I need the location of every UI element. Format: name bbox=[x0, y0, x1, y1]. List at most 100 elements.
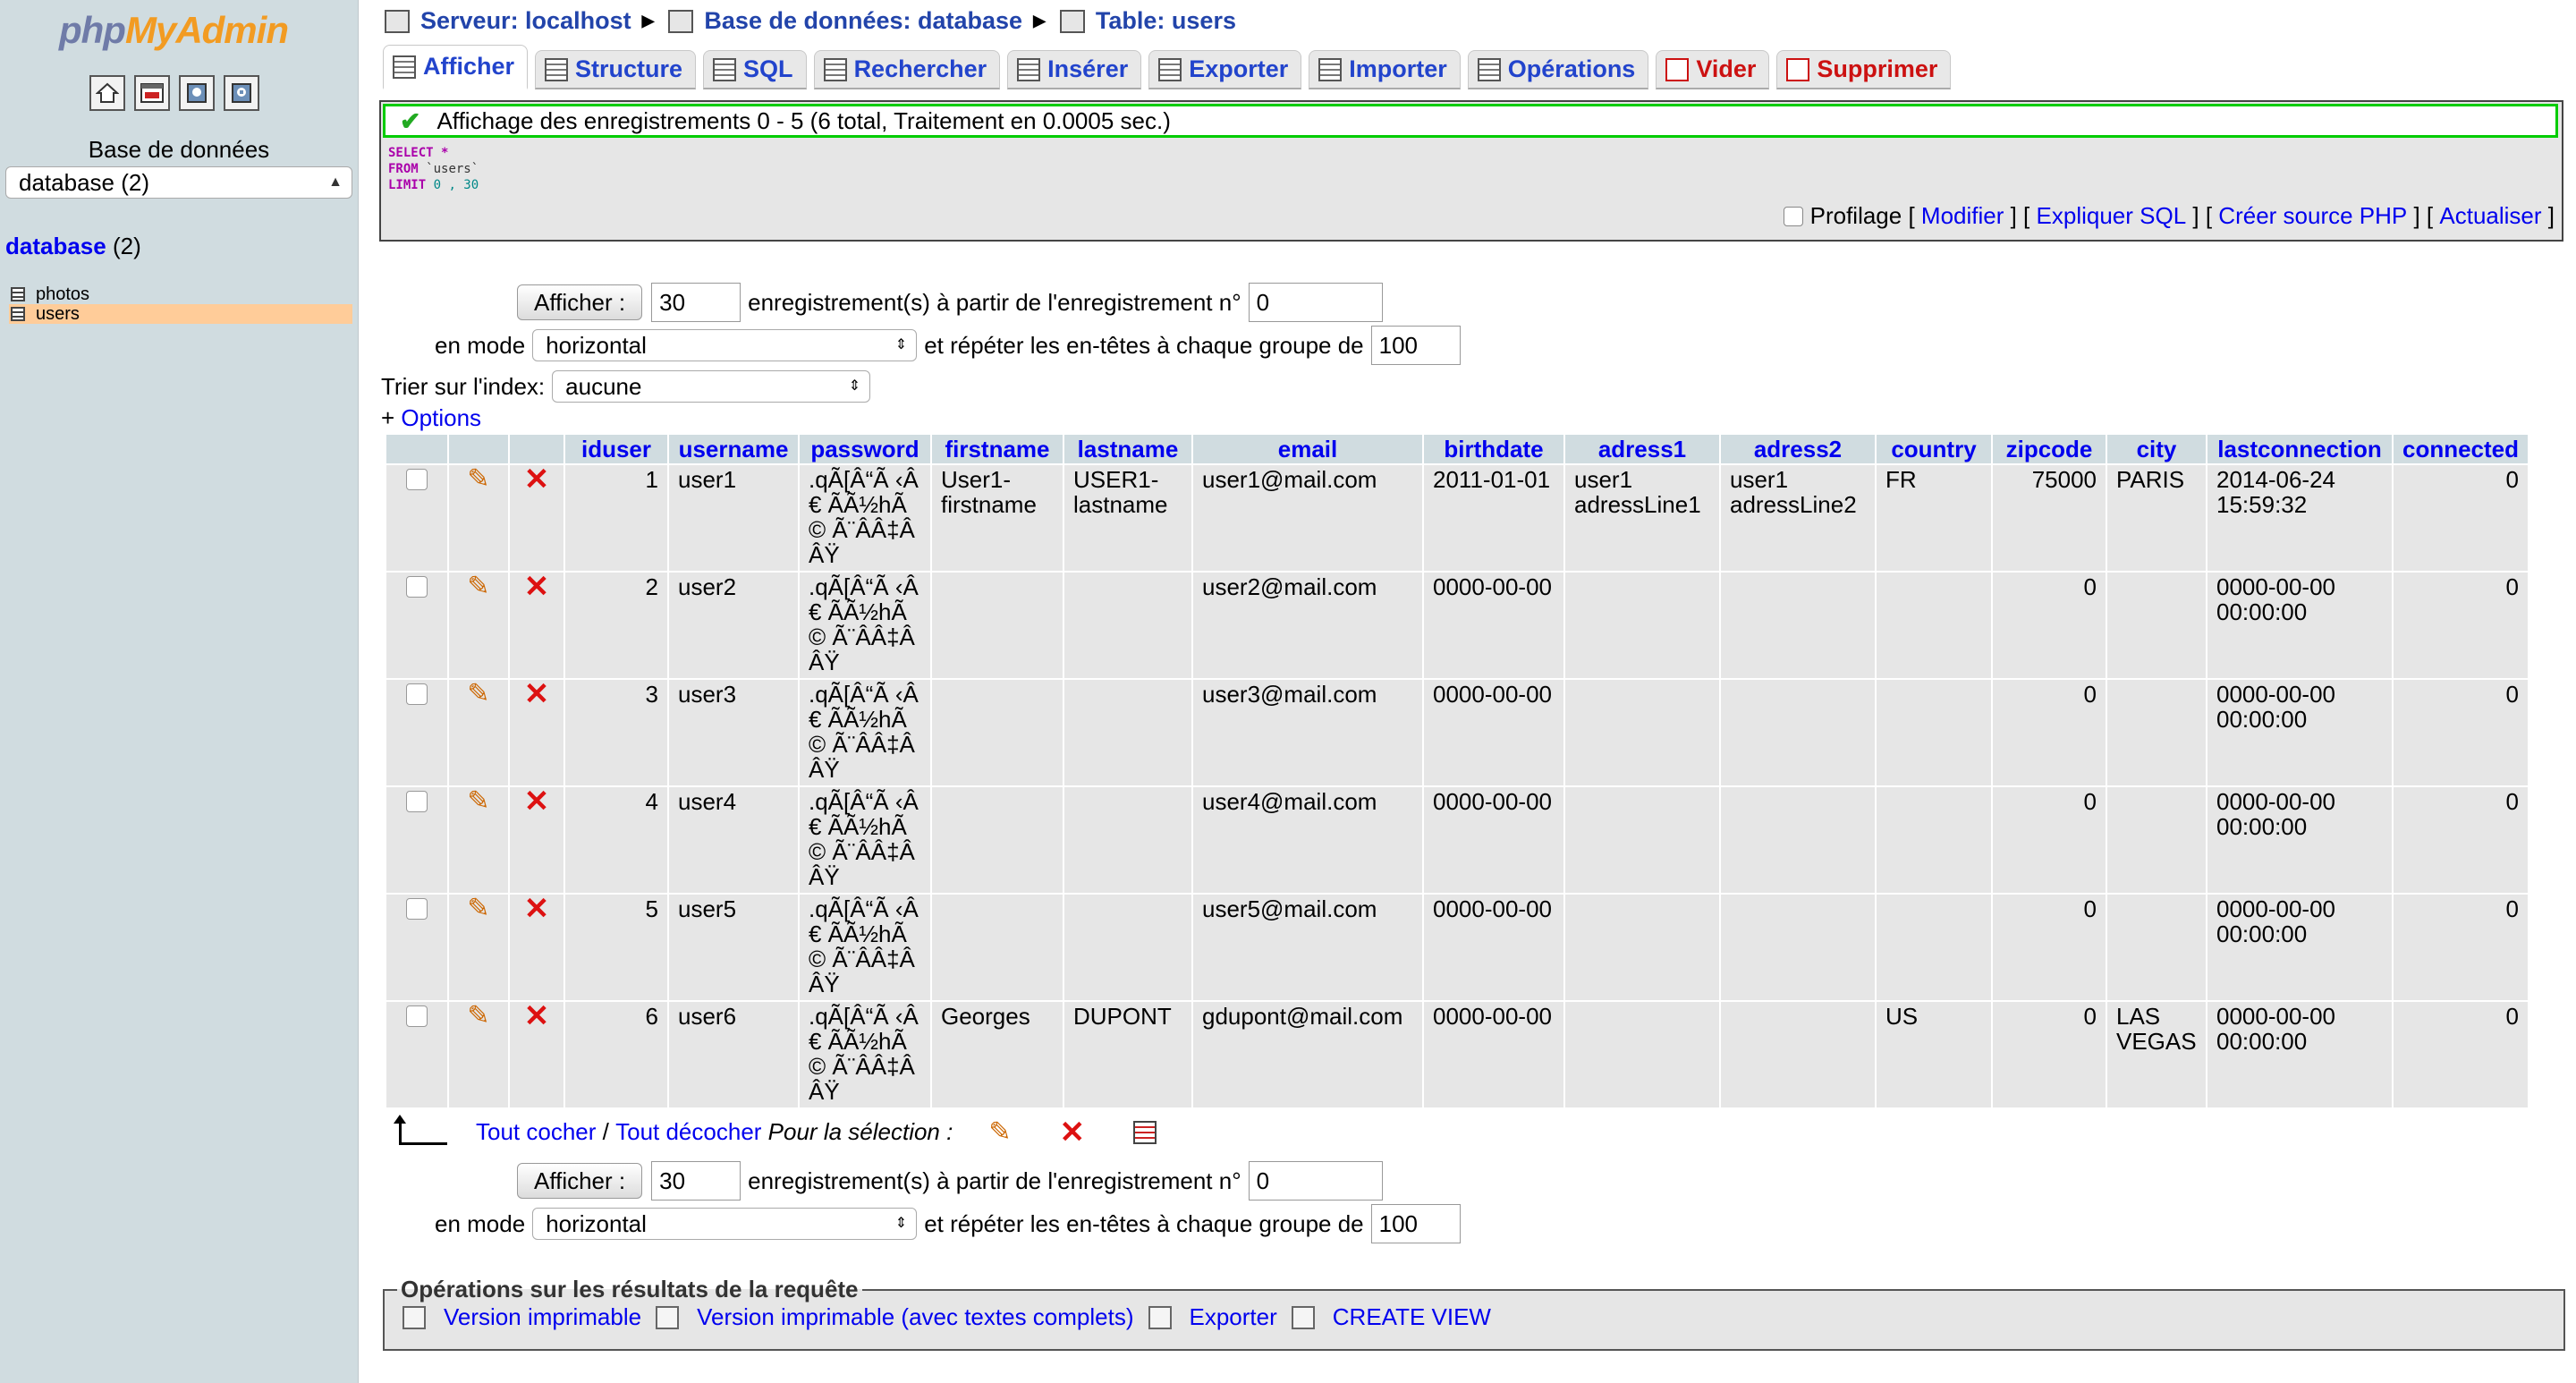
column-header[interactable]: iduser bbox=[565, 435, 667, 463]
create-view-icon[interactable] bbox=[1291, 1305, 1315, 1329]
table-icon[interactable] bbox=[11, 287, 25, 301]
rows-text: enregistrement(s) à partir de l'enregist… bbox=[748, 288, 1241, 316]
rows-count-input[interactable]: 30 bbox=[651, 1161, 741, 1201]
profiling-checkbox[interactable] bbox=[1783, 206, 1803, 226]
repeat-headers-input[interactable]: 100 bbox=[1370, 326, 1461, 365]
options-toggle[interactable]: + Options bbox=[381, 404, 481, 432]
show-button[interactable]: Afficher : bbox=[517, 1163, 643, 1199]
column-header[interactable]: adress2 bbox=[1721, 435, 1875, 463]
column-header[interactable]: connected bbox=[2394, 435, 2528, 463]
table-list-item-users[interactable]: users bbox=[9, 304, 352, 324]
x-icon[interactable]: ✕ bbox=[524, 462, 550, 496]
header-edit-column bbox=[449, 435, 508, 463]
table-name-users[interactable]: users bbox=[36, 304, 80, 325]
column-header[interactable]: country bbox=[1877, 435, 1991, 463]
x-icon[interactable]: ✕ bbox=[524, 892, 550, 926]
x-icon[interactable]: ✕ bbox=[524, 999, 550, 1033]
start-row-input[interactable]: 0 bbox=[1248, 283, 1383, 322]
x-icon[interactable]: ✕ bbox=[524, 785, 550, 819]
check-all-link[interactable]: Tout cocher bbox=[476, 1118, 596, 1146]
edit-query-link[interactable]: Modifier bbox=[1921, 202, 2004, 230]
import-icon bbox=[1318, 57, 1343, 81]
pencil-icon[interactable]: ✎ bbox=[467, 464, 489, 494]
options-link[interactable]: Options bbox=[401, 404, 481, 432]
cell-password: .qÃ[Â“Ã ‹Â€ ÃÃ½hÃ© Ã¨ÂÂ‡ÂÂŸ bbox=[800, 895, 930, 1000]
row-checkbox[interactable] bbox=[406, 683, 428, 705]
tab-importer[interactable]: Importer bbox=[1309, 50, 1461, 89]
sql-query-window-icon[interactable] bbox=[134, 75, 170, 111]
mode-label: en mode bbox=[435, 331, 526, 359]
cell-birthdate: 0000-00-00 bbox=[1424, 573, 1563, 678]
column-header[interactable]: password bbox=[800, 435, 930, 463]
repeat-headers-input[interactable]: 100 bbox=[1370, 1204, 1461, 1243]
pencil-icon[interactable]: ✎ bbox=[467, 1001, 489, 1031]
breadcrumb-table[interactable]: Table: users bbox=[1096, 7, 1236, 35]
export-icon[interactable] bbox=[1132, 1120, 1157, 1144]
mode-select[interactable]: horizontal ⇕ bbox=[532, 1208, 918, 1240]
column-header[interactable]: username bbox=[669, 435, 798, 463]
search-icon bbox=[823, 57, 847, 81]
show-button[interactable]: Afficher : bbox=[517, 284, 643, 320]
table-list-item-photos[interactable]: photos bbox=[9, 284, 352, 304]
print-icon[interactable] bbox=[656, 1305, 680, 1329]
cell-lastname: USER1-lastname bbox=[1064, 465, 1191, 571]
column-header[interactable]: adress1 bbox=[1565, 435, 1719, 463]
start-row-input[interactable]: 0 bbox=[1248, 1161, 1383, 1201]
row-checkbox[interactable] bbox=[406, 1005, 428, 1027]
tab-supprimer[interactable]: Supprimer bbox=[1776, 50, 1952, 89]
print-icon[interactable] bbox=[402, 1305, 426, 1329]
column-header[interactable]: birthdate bbox=[1424, 435, 1563, 463]
create-php-code-link[interactable]: Créer source PHP bbox=[2218, 202, 2407, 230]
table-icon[interactable] bbox=[11, 307, 25, 321]
x-icon[interactable]: ✕ bbox=[1059, 1117, 1085, 1148]
x-icon[interactable]: ✕ bbox=[524, 570, 550, 604]
sort-index-select[interactable]: aucune ⇕ bbox=[552, 370, 871, 403]
pencil-icon[interactable]: ✎ bbox=[467, 679, 489, 708]
tab-afficher[interactable]: Afficher bbox=[383, 45, 529, 89]
export-icon[interactable] bbox=[1148, 1305, 1172, 1329]
mode-select[interactable]: horizontal ⇕ bbox=[532, 329, 918, 361]
row-checkbox[interactable] bbox=[406, 576, 428, 598]
pencil-icon[interactable]: ✎ bbox=[467, 894, 489, 923]
breadcrumb-server[interactable]: Serveur: localhost bbox=[420, 7, 631, 35]
column-header[interactable]: email bbox=[1193, 435, 1422, 463]
print-view-full-link[interactable]: Version imprimable (avec textes complets… bbox=[697, 1303, 1133, 1331]
column-header[interactable]: lastconnection bbox=[2207, 435, 2392, 463]
tab-label: Importer bbox=[1349, 55, 1447, 82]
database-select[interactable]: database (2) ▲ bbox=[5, 166, 352, 199]
pencil-icon[interactable]: ✎ bbox=[467, 572, 489, 601]
tab-vider[interactable]: Vider bbox=[1656, 50, 1770, 89]
explain-sql-link[interactable]: Expliquer SQL bbox=[2037, 202, 2187, 230]
row-checkbox[interactable] bbox=[406, 469, 428, 490]
tab-exporter[interactable]: Exporter bbox=[1148, 50, 1302, 89]
rows-count-input[interactable]: 30 bbox=[651, 283, 741, 322]
home-icon[interactable] bbox=[89, 75, 125, 111]
uncheck-all-link[interactable]: Tout décocher bbox=[615, 1118, 761, 1146]
refresh-link[interactable]: Actualiser bbox=[2439, 202, 2541, 230]
cell-city bbox=[2107, 573, 2206, 678]
mysql-documentation-icon[interactable] bbox=[224, 75, 259, 111]
table-name-photos[interactable]: photos bbox=[36, 284, 89, 305]
column-header[interactable]: zipcode bbox=[1993, 435, 2106, 463]
tab-structure[interactable]: Structure bbox=[535, 50, 697, 89]
print-view-link[interactable]: Version imprimable bbox=[444, 1303, 641, 1331]
breadcrumb-database[interactable]: Base de données: database bbox=[704, 7, 1022, 35]
database-link[interactable]: database bbox=[5, 233, 106, 259]
column-header[interactable]: firstname bbox=[932, 435, 1063, 463]
export-link[interactable]: Exporter bbox=[1190, 1303, 1277, 1331]
tab-sql[interactable]: SQL bbox=[703, 50, 807, 89]
documentation-icon[interactable] bbox=[179, 75, 215, 111]
pencil-icon[interactable]: ✎ bbox=[467, 786, 489, 816]
tab-rechercher[interactable]: Rechercher bbox=[813, 50, 1001, 89]
column-header[interactable]: lastname bbox=[1064, 435, 1191, 463]
row-checkbox[interactable] bbox=[406, 898, 428, 920]
tab-inserer[interactable]: Insérer bbox=[1007, 50, 1142, 89]
x-icon[interactable]: ✕ bbox=[524, 677, 550, 711]
create-view-link[interactable]: CREATE VIEW bbox=[1333, 1303, 1491, 1331]
pencil-icon[interactable]: ✎ bbox=[988, 1116, 1011, 1148]
tab-operations[interactable]: Opérations bbox=[1467, 50, 1649, 89]
cell-zipcode: 0 bbox=[1993, 573, 2106, 678]
column-header[interactable]: city bbox=[2107, 435, 2206, 463]
phpmyadmin-logo[interactable]: phpMyAdmin bbox=[59, 9, 289, 52]
row-checkbox[interactable] bbox=[406, 791, 428, 812]
